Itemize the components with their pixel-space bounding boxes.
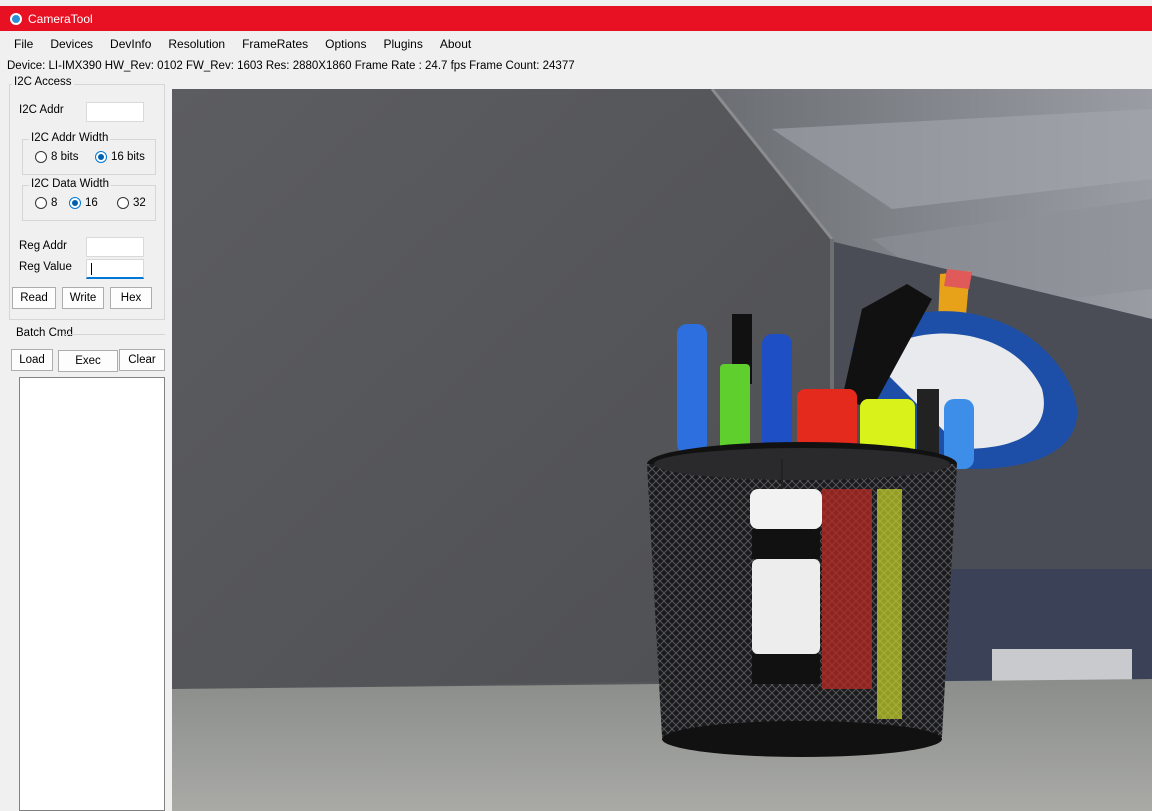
camera-tool-window: CameraTool File Devices DevInfo Resoluti… [0,0,1152,811]
hex-button[interactable]: Hex [110,287,152,309]
menu-framerates[interactable]: FrameRates [242,37,308,51]
reg-value-input[interactable] [86,259,144,279]
device-info-line: Device: LI-IMX390 HW_Rev: 0102 FW_Rev: 1… [7,60,575,72]
batch-divider [65,334,165,335]
data-width-8-label: 8 [51,197,58,209]
clear-button[interactable]: Clear [119,349,165,371]
batch-command-list[interactable] [19,377,165,811]
addr-width-8bits-radio[interactable]: 8 bits [35,151,79,163]
write-button[interactable]: Write [62,287,104,309]
i2c-addr-width-group: I2C Addr Width 8 bits 16 bits [22,132,156,175]
camera-app-icon [10,12,22,25]
i2c-addr-label: I2C Addr [19,104,64,116]
data-width-32-label: 32 [133,197,146,209]
reg-addr-input[interactable] [86,237,144,257]
camera-preview [172,89,1152,811]
i2c-addr-width-legend: I2C Addr Width [29,132,111,144]
radio-unchecked-icon [35,151,47,163]
menu-devinfo[interactable]: DevInfo [110,37,151,51]
load-button[interactable]: Load [11,349,53,371]
window-title: CameraTool [28,11,93,26]
i2c-data-width-legend: I2C Data Width [29,178,111,190]
menu-options[interactable]: Options [325,37,366,51]
radio-unchecked-icon [35,197,47,209]
i2c-access-group: I2C Access I2C Addr I2C Addr Width 8 bit… [9,76,165,320]
addr-width-16bits-label: 16 bits [111,151,145,163]
menu-bar: File Devices DevInfo Resolution FrameRat… [0,33,1152,55]
addr-width-16bits-radio[interactable]: 16 bits [95,151,145,163]
menu-file[interactable]: File [14,37,33,51]
menu-resolution[interactable]: Resolution [168,37,225,51]
addr-width-8bits-label: 8 bits [51,151,79,163]
radio-checked-icon [69,197,81,209]
radio-checked-icon [95,151,107,163]
data-width-16-radio[interactable]: 16 [69,197,98,209]
i2c-data-width-group: I2C Data Width 8 16 32 [22,178,156,221]
camera-frame-image [172,89,1152,811]
exec-button[interactable]: Exec [58,350,118,372]
i2c-access-legend: I2C Access [12,76,74,88]
batch-cmd-legend: Batch Cmd [16,327,73,339]
text-caret [91,263,92,275]
data-width-16-label: 16 [85,197,98,209]
data-width-32-radio[interactable]: 32 [117,197,146,209]
data-width-8-radio[interactable]: 8 [35,197,57,209]
menu-plugins[interactable]: Plugins [383,37,422,51]
reg-addr-label: Reg Addr [19,240,67,252]
title-bar: CameraTool [0,6,1152,31]
i2c-addr-input[interactable] [86,102,144,122]
menu-devices[interactable]: Devices [50,37,93,51]
menu-about[interactable]: About [440,37,471,51]
reg-value-label: Reg Value [19,261,72,273]
read-button[interactable]: Read [12,287,56,309]
radio-unchecked-icon [117,197,129,209]
